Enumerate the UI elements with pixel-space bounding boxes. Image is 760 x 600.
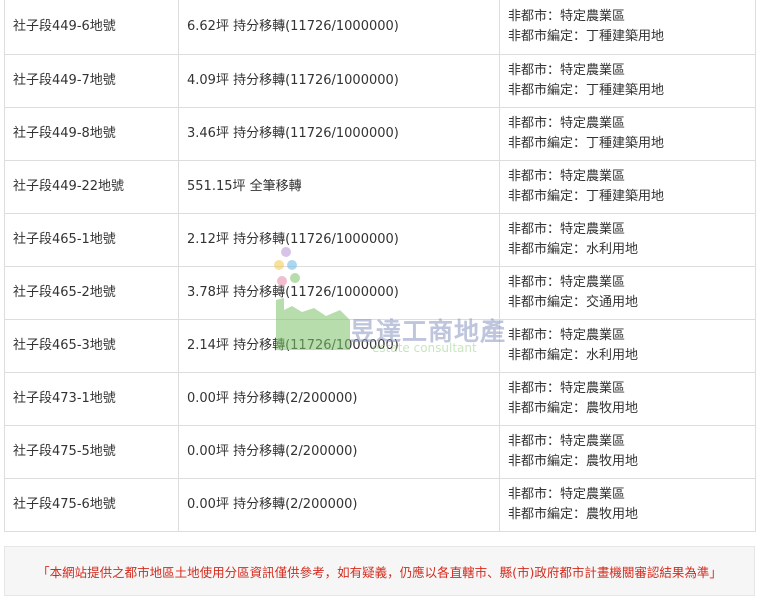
table-row: 社子段475-6地號 0.00坪 持分移轉(2/200000) 非都市：特定農業區非… — [4, 477, 756, 532]
zoning-designation: 非都市編定：農牧用地 — [508, 400, 639, 416]
lot-number-cell: 社子段475-6地號 — [4, 477, 179, 532]
area-transfer-cell: 4.09坪 持分移轉(11726/1000000) — [178, 53, 500, 108]
zoning-designation: 非都市編定：丁種建築用地 — [508, 135, 665, 151]
area-transfer-cell: 0.00坪 持分移轉(2/200000) — [178, 371, 500, 426]
table-row: 社子段473-1地號 0.00坪 持分移轉(2/200000) 非都市：特定農業區非… — [4, 371, 756, 426]
zoning-cell: 非都市：特定農業區 非都市編定：農牧用地 — [499, 424, 756, 479]
lot-number-cell: 社子段449-22地號 — [4, 159, 179, 214]
zoning-category: 非都市：特定農業區 — [508, 380, 626, 396]
zoning-category: 非都市：特定農業區 — [508, 168, 626, 184]
land-parcel-table-body: 社子段449-6地號 6.62坪 持分移轉(11726/1000000) 非都市：特… — [4, 0, 756, 532]
zoning-category: 非都市：特定農業區 — [508, 433, 626, 449]
area-transfer-cell: 0.00坪 持分移轉(2/200000) — [178, 424, 500, 479]
zoning-cell: 非都市：特定農業區非都市編定：丁種建築用地 — [499, 53, 756, 108]
zoning-category: 非都市：特定農業區 — [508, 274, 626, 290]
zoning-category: 非都市：特定農業區 — [508, 115, 626, 131]
zoning-category: 非都市：特定農業區 — [508, 486, 626, 502]
table-row: 社子段449-8地號 3.46坪 持分移轉(11726/1000000) 非都市：特… — [4, 106, 756, 161]
area-transfer-cell: 0.00坪 持分移轉(2/200000) — [178, 477, 500, 532]
zoning-cell: 非都市：特定農業區非都市編定：丁種建築用地 — [499, 159, 756, 214]
zoning-cell: 非都市：特定農業區 非都市編定：水利用地 — [499, 212, 756, 267]
lot-number-cell: 社子段473-1地號 — [4, 371, 179, 426]
lot-number-cell: 社子段449-8地號 — [4, 106, 179, 161]
lot-number-cell: 社子段465-3地號 — [4, 318, 179, 373]
disclaimer-text: 「本網站提供之都市地區土地使用分區資訊僅供參考，如有疑義，仍應以各直轄市、縣(市… — [37, 564, 722, 580]
zoning-category: 非都市：特定農業區 — [508, 327, 626, 343]
zoning-category: 非都市：特定農業區 — [508, 62, 626, 78]
lot-number-cell: 社子段449-6地號 — [4, 0, 179, 55]
zoning-cell: 非都市：特定農業區 非都市編定：交通用地 — [499, 265, 756, 320]
zoning-designation: 非都市編定：水利用地 — [508, 241, 639, 257]
zoning-cell: 非都市：特定農業區 非都市編定：農牧用地 — [499, 477, 756, 532]
lot-number-cell: 社子段465-2地號 — [4, 265, 179, 320]
lot-number-cell: 社子段465-1地號 — [4, 212, 179, 267]
table-row: 社子段449-6地號 6.62坪 持分移轉(11726/1000000) 非都市：特… — [4, 0, 756, 55]
lot-number-cell: 社子段449-7地號 — [4, 53, 179, 108]
area-transfer-cell: 3.78坪 持分移轉(11726/1000000) — [178, 265, 500, 320]
zoning-designation: 非都市編定：農牧用地 — [508, 453, 639, 469]
area-transfer-cell: 3.46坪 持分移轉(11726/1000000) — [178, 106, 500, 161]
table-row: 社子段465-3地號 2.14坪 持分移轉(11726/1000000) 非都市：特… — [4, 318, 756, 373]
zoning-cell: 非都市：特定農業區 非都市編定：水利用地 — [499, 318, 756, 373]
table-row: 社子段475-5地號 0.00坪 持分移轉(2/200000) 非都市：特定農業區非… — [4, 424, 756, 479]
area-transfer-cell: 2.14坪 持分移轉(11726/1000000) — [178, 318, 500, 373]
area-transfer-cell: 551.15坪 全筆移轉 — [178, 159, 500, 214]
disclaimer-notice: 「本網站提供之都市地區土地使用分區資訊僅供參考，如有疑義，仍應以各直轄市、縣(市… — [4, 546, 755, 596]
zoning-cell: 非都市：特定農業區非都市編定：丁種建築用地 — [499, 106, 756, 161]
table-row: 社子段449-22地號 551.15坪 全筆移轉 非都市：特定農業區非都市編定：丁種… — [4, 159, 756, 214]
zoning-designation: 非都市編定：丁種建築用地 — [508, 188, 665, 204]
zoning-cell: 非都市：特定農業區非都市編定：丁種建築用地 — [499, 0, 756, 55]
area-transfer-cell: 2.12坪 持分移轉(11726/1000000) — [178, 212, 500, 267]
zoning-designation: 非都市編定：丁種建築用地 — [508, 28, 665, 44]
zoning-designation: 非都市編定：交通用地 — [508, 294, 639, 310]
zoning-cell: 非都市：特定農業區 非都市編定：農牧用地 — [499, 371, 756, 426]
zoning-category: 非都市：特定農業區 — [508, 8, 626, 24]
zoning-category: 非都市：特定農業區 — [508, 221, 626, 237]
area-transfer-cell: 6.62坪 持分移轉(11726/1000000) — [178, 0, 500, 55]
table-row: 社子段465-1地號 2.12坪 持分移轉(11726/1000000) 非都市：特… — [4, 212, 756, 267]
lot-number-cell: 社子段475-5地號 — [4, 424, 179, 479]
zoning-designation: 非都市編定：農牧用地 — [508, 506, 639, 522]
table-row: 社子段465-2地號 3.78坪 持分移轉(11726/1000000) 非都市：特… — [4, 265, 756, 320]
zoning-designation: 非都市編定：丁種建築用地 — [508, 82, 665, 98]
zoning-designation: 非都市編定：水利用地 — [508, 347, 639, 363]
table-row: 社子段449-7地號 4.09坪 持分移轉(11726/1000000) 非都市：特… — [4, 53, 756, 108]
land-parcel-table: 社子段449-6地號 6.62坪 持分移轉(11726/1000000) 非都市：特… — [4, 0, 756, 532]
